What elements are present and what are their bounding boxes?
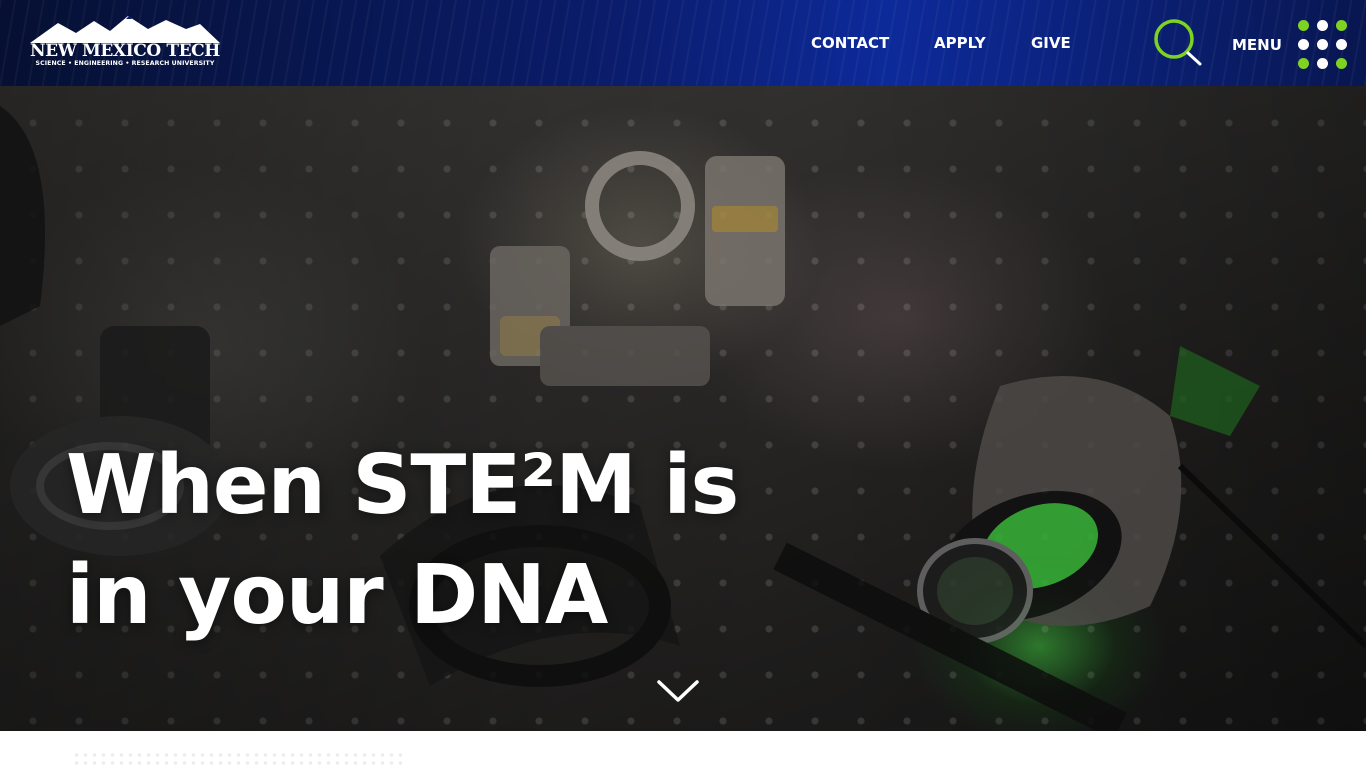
hero-heading-line2: in your DNA bbox=[66, 548, 608, 643]
decorative-dot-pattern bbox=[72, 751, 402, 768]
scroll-down-button[interactable] bbox=[655, 676, 701, 706]
hero-heading-line1: When STE²M is bbox=[66, 438, 739, 533]
content-start bbox=[0, 731, 1366, 768]
nav-contact[interactable]: CONTACT bbox=[811, 33, 889, 53]
search-button[interactable] bbox=[1152, 18, 1204, 68]
chevron-down-icon bbox=[657, 680, 699, 702]
search-icon bbox=[1154, 19, 1202, 66]
nav-apply[interactable]: APPLY bbox=[934, 33, 986, 53]
grid-dot bbox=[1298, 39, 1309, 50]
logo-tagline: SCIENCE • ENGINEERING • RESEARCH UNIVERS… bbox=[35, 60, 215, 67]
nmt-logo[interactable]: NEW MEXICO TECH SCIENCE • ENGINEERING • … bbox=[30, 15, 220, 71]
hero-banner: When STE²M is in your DNA bbox=[0, 86, 1366, 731]
menu-button[interactable] bbox=[1296, 18, 1350, 72]
logo-name: NEW MEXICO TECH bbox=[30, 41, 220, 61]
hero-heading: When STE²M is in your DNA bbox=[66, 431, 739, 651]
nav-give[interactable]: GIVE bbox=[1031, 33, 1071, 53]
grid-dot bbox=[1298, 58, 1309, 69]
grid-dot bbox=[1317, 20, 1328, 31]
grid-dot bbox=[1298, 20, 1309, 31]
grid-dot bbox=[1317, 58, 1328, 69]
grid-dot bbox=[1336, 58, 1347, 69]
menu-label[interactable]: MENU bbox=[1232, 35, 1282, 55]
site-header: NEW MEXICO TECH SCIENCE • ENGINEERING • … bbox=[0, 0, 1366, 86]
grid-dot bbox=[1317, 39, 1328, 50]
grid-dot bbox=[1336, 20, 1347, 31]
grid-dot bbox=[1336, 39, 1347, 50]
